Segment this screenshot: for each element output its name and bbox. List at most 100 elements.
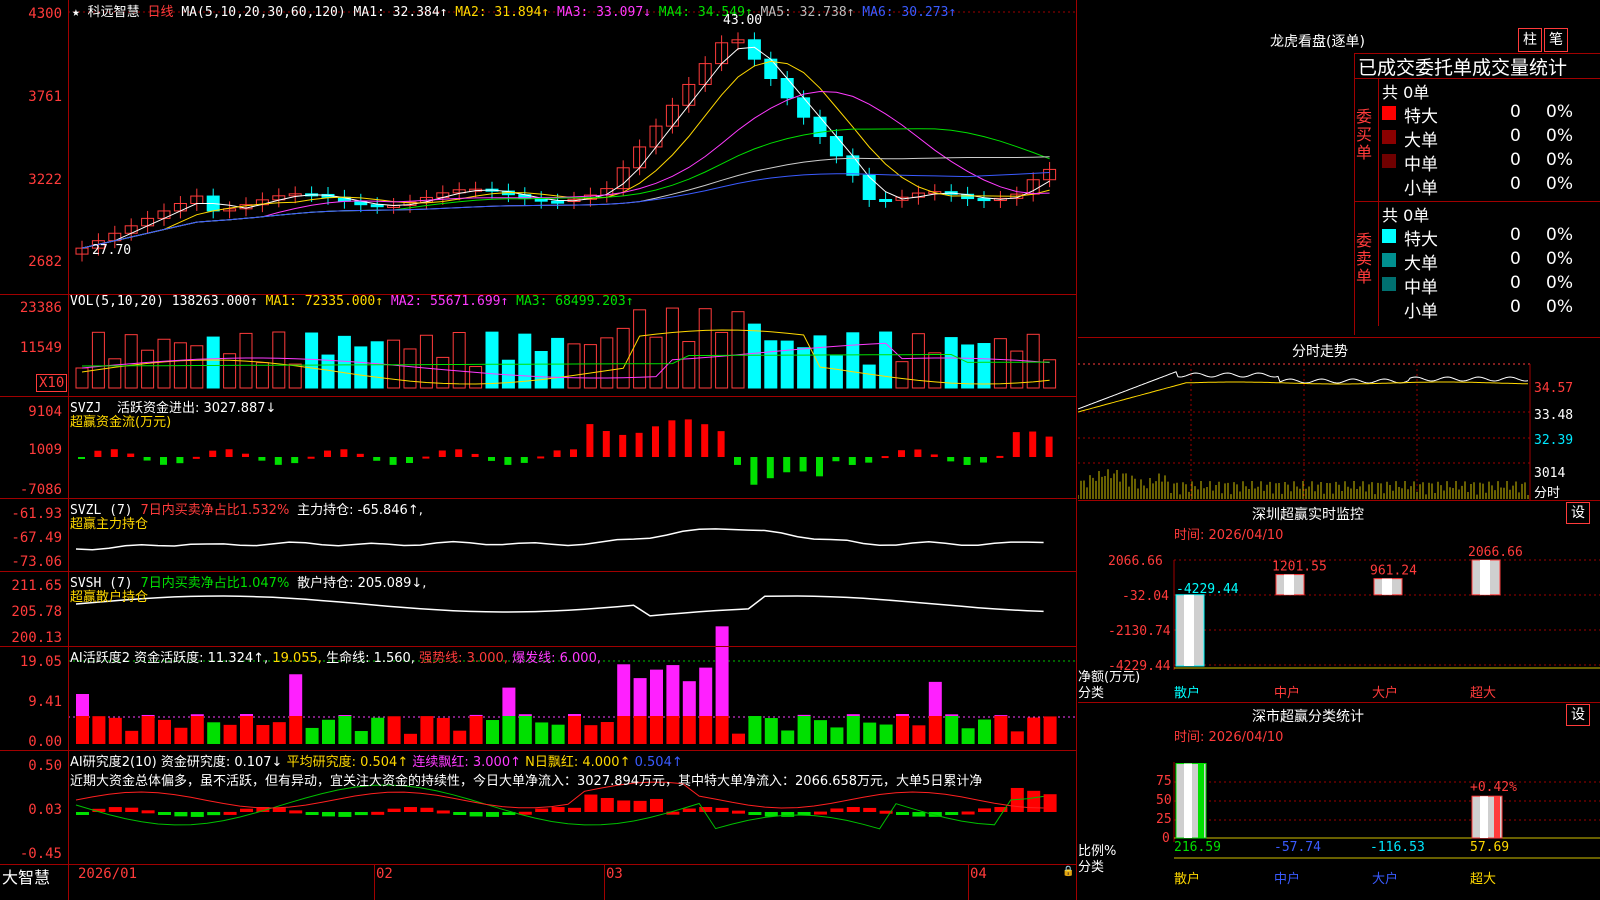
ma-line-1 xyxy=(81,46,1050,249)
research-bar xyxy=(158,812,171,815)
research-bar xyxy=(338,812,352,817)
active-bar xyxy=(781,730,795,744)
ma-line-4 xyxy=(81,128,1050,249)
fund-flow-bar xyxy=(816,457,823,477)
class-value-3: 57.69 xyxy=(1470,840,1510,855)
research-bar xyxy=(846,807,860,812)
fund-flow-bar xyxy=(455,449,463,457)
active-bar xyxy=(371,717,385,744)
svzj-axis-0: 9104 xyxy=(28,404,62,420)
volume-bar xyxy=(272,331,286,389)
svsh-pct: 7日内买卖净占比1.047% xyxy=(140,576,290,591)
ai-active-label: AI活跃度2 xyxy=(70,651,130,666)
price-axis-2: 3222 xyxy=(28,172,62,188)
buy-row-pct: 0% xyxy=(1546,150,1573,170)
date-label-0: 2026/01 xyxy=(78,866,138,882)
buy-row-value: 0 xyxy=(1510,150,1521,170)
ai-research-res: 资金研究度: 0.107↓ xyxy=(160,755,283,770)
intraday-price-line xyxy=(1078,371,1529,410)
class-cat-2: 大户 xyxy=(1372,872,1399,887)
fund-flow-bar xyxy=(586,424,594,457)
research-bar xyxy=(322,812,335,817)
column-view-button[interactable]: 柱 xyxy=(1518,28,1542,52)
volume-bar xyxy=(813,335,827,389)
sell-row-name: 中单 xyxy=(1404,278,1438,298)
research-bar xyxy=(568,807,581,812)
stroke-view-button[interactable]: 笔 xyxy=(1544,28,1568,52)
star-icon[interactable]: ★ xyxy=(72,5,80,20)
fund-flow-bar xyxy=(750,457,758,485)
sell-row-value: 0 xyxy=(1510,249,1521,269)
active-bar xyxy=(518,716,532,744)
active-bar xyxy=(764,718,778,744)
active-bar xyxy=(1010,731,1024,744)
price-axis-3: 2682 xyxy=(28,254,62,270)
volume-bar xyxy=(518,333,532,389)
volume-bar xyxy=(829,355,843,389)
research-bar xyxy=(305,812,319,815)
research-bar xyxy=(535,808,549,812)
ma2-value: MA2: 31.894↑ xyxy=(455,5,550,20)
volume-bar xyxy=(288,363,302,389)
lock-icon[interactable]: 🔒 xyxy=(1062,866,1074,877)
monitor-data-label: 1201.55 xyxy=(1272,560,1327,575)
ma-line-5 xyxy=(81,156,1050,249)
fund-flow-bar xyxy=(783,457,791,473)
monitor-data-label: 2066.66 xyxy=(1468,545,1523,560)
active-bar xyxy=(830,727,844,744)
active-bar xyxy=(650,716,663,744)
active-bar xyxy=(338,716,352,744)
research-bar xyxy=(650,798,663,812)
active-bar xyxy=(240,716,253,744)
fund-flow-bar xyxy=(143,457,151,461)
active-bar xyxy=(748,716,762,744)
fund-flow-bar xyxy=(291,457,299,464)
volume-bar xyxy=(551,337,565,389)
volume-bar xyxy=(1043,359,1057,389)
buy-legend-swatch xyxy=(1382,154,1396,168)
ai-active-axis-2: 0.00 xyxy=(28,734,62,750)
svzl-sub: 超赢主力持仓 xyxy=(70,517,149,532)
fund-flow-bar xyxy=(881,456,889,459)
sell-row-pct: 0% xyxy=(1546,297,1573,317)
ai-research-v5: 0.504↑ xyxy=(634,755,683,770)
active-bar-top xyxy=(76,694,89,716)
research-bar xyxy=(551,807,565,812)
main-chart-area[interactable]: ★ 科远智慧 日线 MA(5,10,20,30,60,120) MA1: 32.… xyxy=(0,0,1077,900)
active-bar-top xyxy=(141,714,155,716)
research-bar xyxy=(896,812,909,815)
research-line xyxy=(75,784,1044,830)
research-bar xyxy=(781,812,795,817)
buy-side-label: 委买单 xyxy=(1356,107,1373,162)
buy-total: 共 0单 xyxy=(1382,83,1430,102)
monitor-cat-2: 大户 xyxy=(1372,686,1399,701)
research-bar xyxy=(863,807,877,812)
period-label[interactable]: 日线 xyxy=(148,5,174,20)
active-bar xyxy=(207,722,221,744)
sell-row-pct: 0% xyxy=(1546,225,1573,245)
research-bar xyxy=(190,812,204,817)
active-bar-top xyxy=(797,714,811,716)
vol-axis-1: 11549 xyxy=(19,340,62,356)
candle-body xyxy=(862,174,876,200)
research-bar xyxy=(617,800,631,812)
candle-body xyxy=(747,39,761,60)
active-bar xyxy=(256,725,270,744)
fund-flow-bar xyxy=(947,457,955,462)
sell-row-value: 0 xyxy=(1510,225,1521,245)
research-bar xyxy=(682,808,696,812)
active-bar xyxy=(272,722,286,744)
ai-research-axis-1: 0.03 xyxy=(28,802,62,818)
volume-bar xyxy=(698,308,712,389)
research-bar xyxy=(354,812,368,816)
volume-bar xyxy=(485,331,499,389)
active-bar xyxy=(486,720,499,744)
active-bar xyxy=(896,716,909,744)
fund-flow-bar xyxy=(898,450,905,457)
vol-header: VOL(5,10,20) 138263.000↑ MA1: 72335.000↑… xyxy=(70,294,634,309)
active-bar xyxy=(928,716,942,744)
fund-flow-bar xyxy=(438,450,446,457)
fund-flow-bar xyxy=(1045,436,1053,457)
volume-bar xyxy=(961,344,975,389)
research-bar xyxy=(371,811,385,815)
